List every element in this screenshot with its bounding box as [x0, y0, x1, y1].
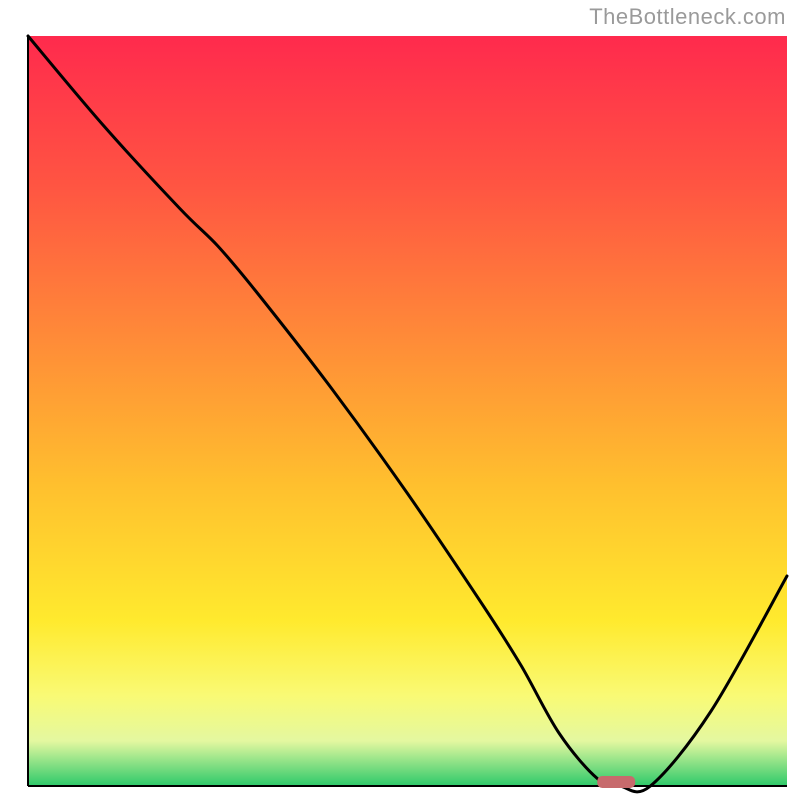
bottleneck-chart: TheBottleneck.com — [0, 0, 800, 800]
chart-svg — [0, 0, 800, 800]
watermark-text: TheBottleneck.com — [589, 4, 786, 30]
optimal-point-marker — [597, 776, 635, 788]
plot-background — [28, 36, 787, 786]
